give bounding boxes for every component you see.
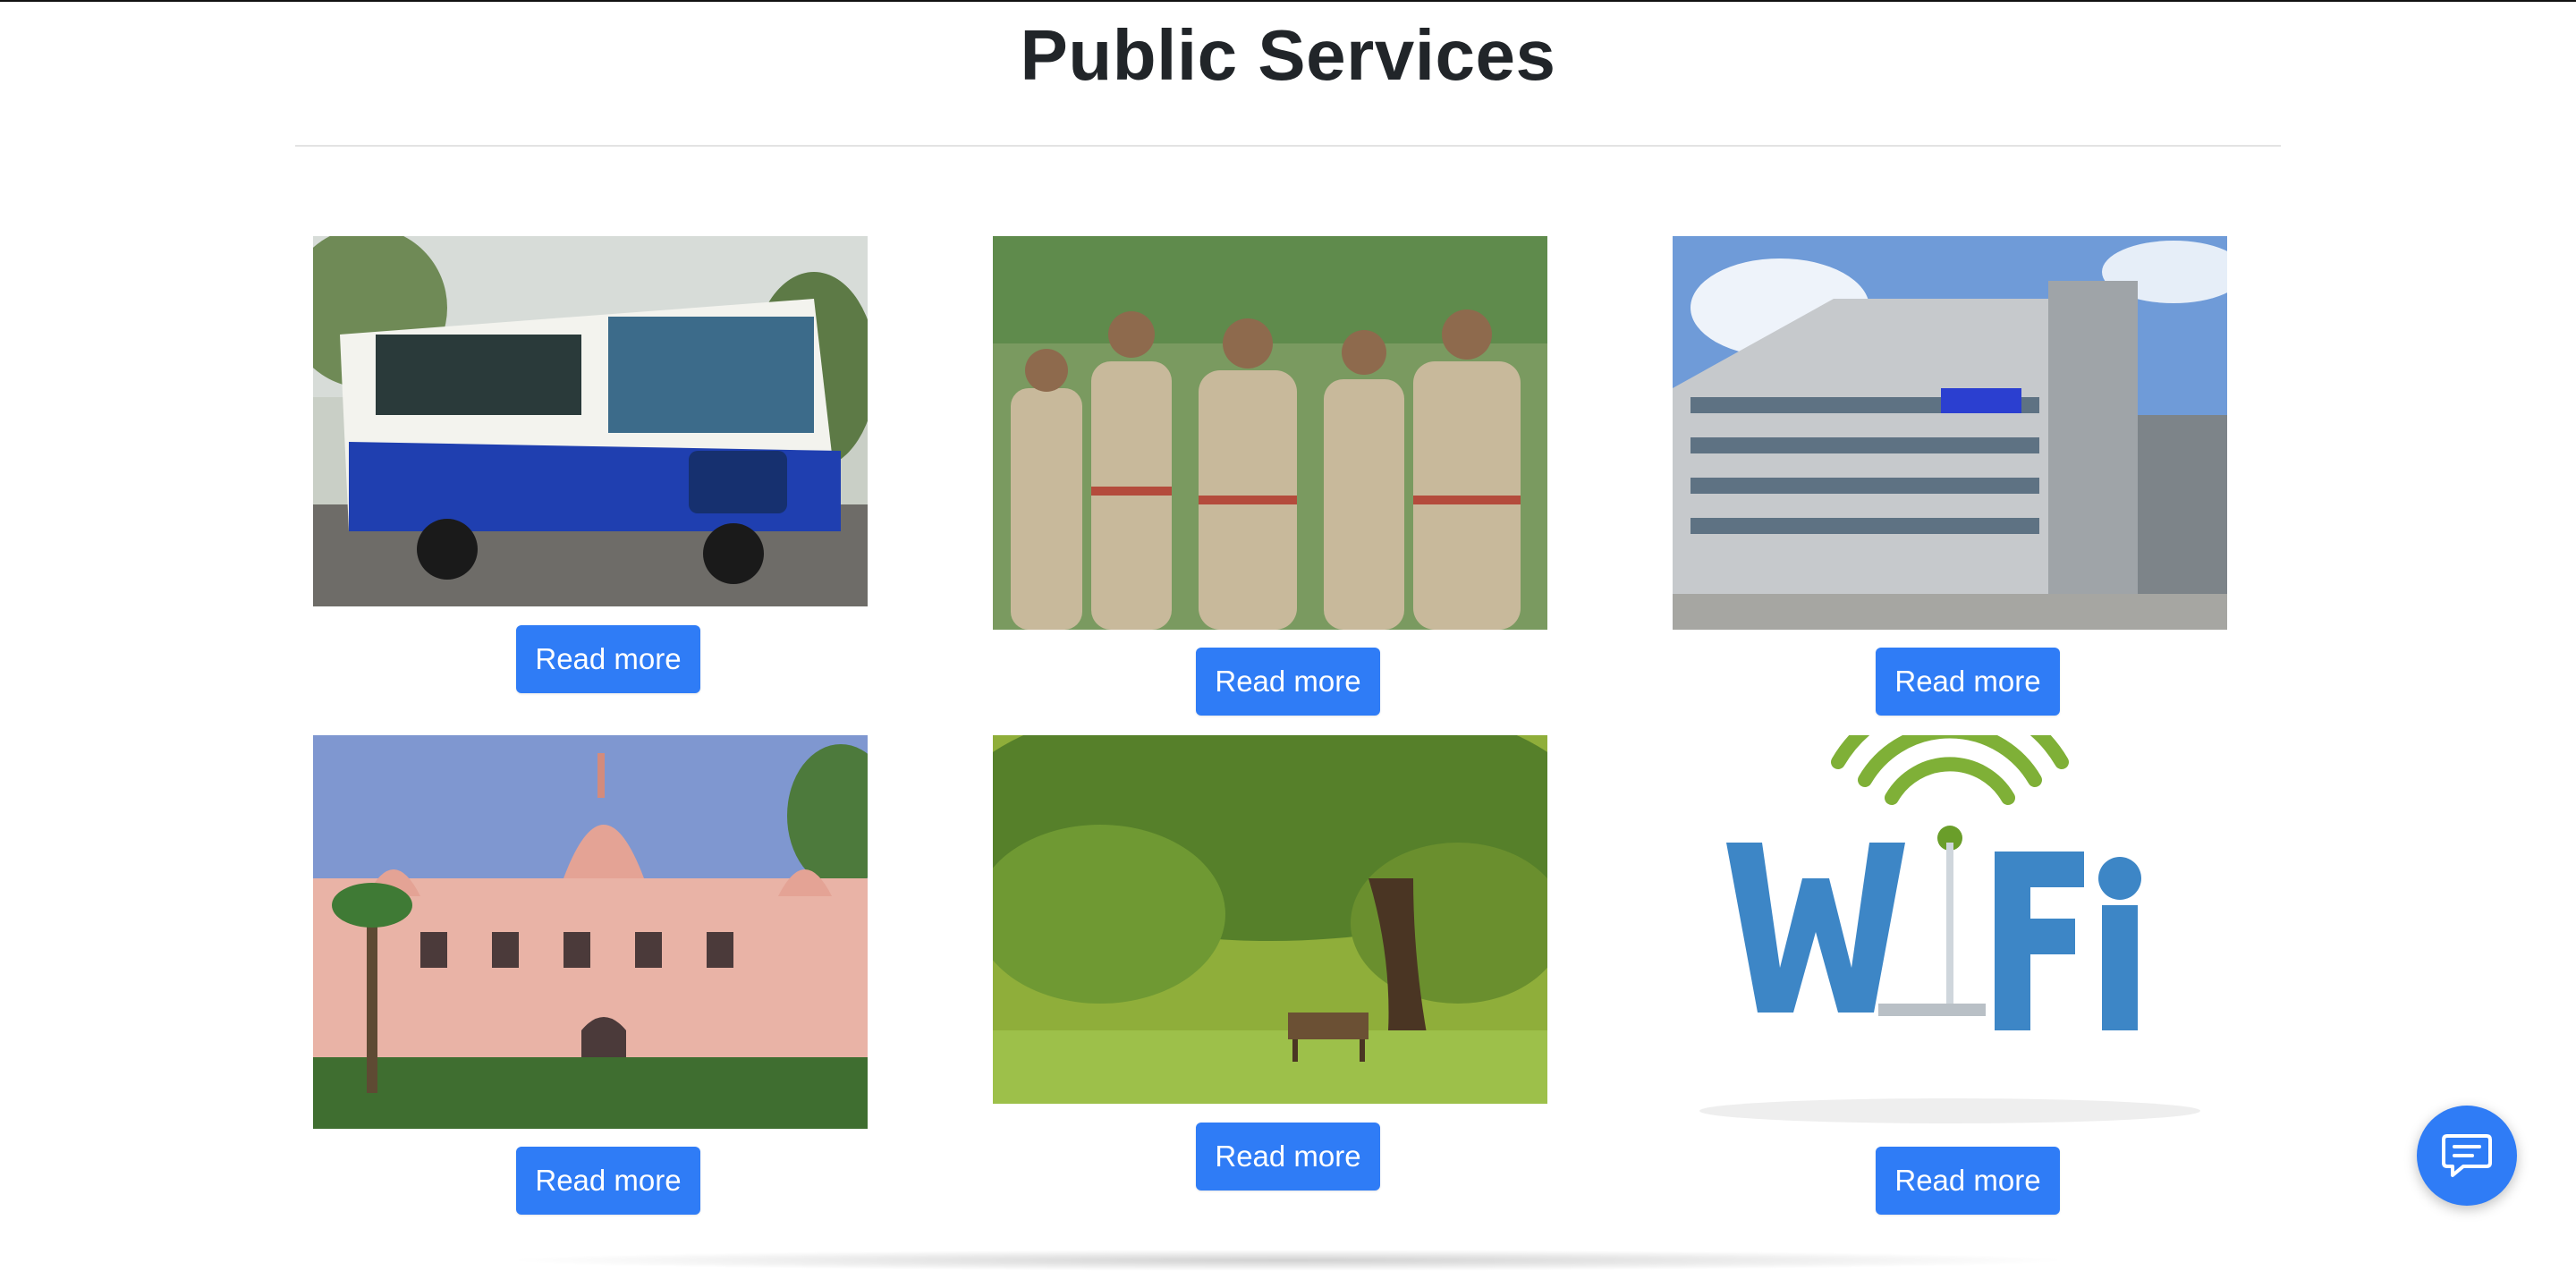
chat-icon [2440,1129,2494,1182]
bus-image [313,236,868,606]
read-more-button-bus[interactable]: Read more [516,625,700,693]
heritage-building-image [313,735,868,1129]
chat-button[interactable] [2417,1106,2517,1206]
wifi-image [1673,735,2227,1129]
hospital-image [1673,236,2227,630]
read-more-button-heritage[interactable]: Read more [516,1147,700,1215]
read-more-button-park[interactable]: Read more [1196,1123,1380,1191]
bottom-shadow [501,1250,2075,1271]
read-more-button-hospital[interactable]: Read more [1876,648,2060,716]
police-image [993,236,1547,630]
read-more-button-police[interactable]: Read more [1196,648,1380,716]
page-title: Public Services [1020,15,1556,95]
read-more-button-wifi[interactable]: Read more [1876,1147,2060,1215]
title-divider [295,145,2281,147]
park-tree-image [993,735,1547,1104]
